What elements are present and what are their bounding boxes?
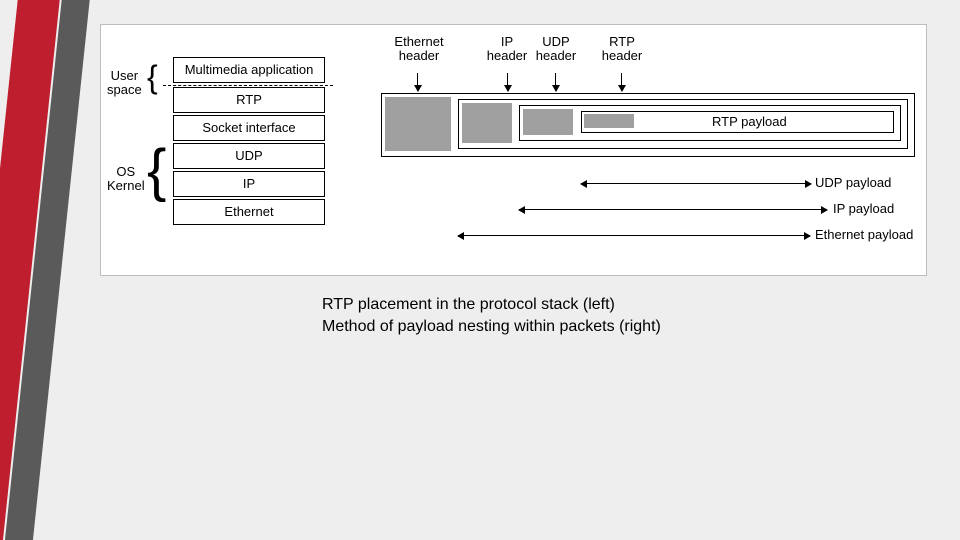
stack-ip: IP <box>173 171 325 197</box>
label-udp-header: UDPheader <box>533 35 579 64</box>
stack-rtp: RTP <box>173 87 325 113</box>
hdr-ip <box>462 103 512 143</box>
dash-divider <box>163 85 333 86</box>
label-user-space: Userspace <box>107 69 142 98</box>
hdr-udp <box>523 109 573 135</box>
label-rtp-header: RTPheader <box>599 35 645 64</box>
label-eth-header: Ethernetheader <box>389 35 449 64</box>
brace-os-kernel: { <box>147 137 166 204</box>
label-os-kernel: OSKernel <box>107 165 145 194</box>
arrow-ip <box>507 73 508 91</box>
stack-ethernet: Ethernet <box>173 199 325 225</box>
stack-multimedia: Multimedia application <box>173 57 325 83</box>
caption-line-2: Method of payload nesting within packets… <box>322 318 661 336</box>
span-ip-payload <box>519 209 827 210</box>
span-label-eth: Ethernet payload <box>815 227 913 242</box>
span-label-ip: IP payload <box>833 201 894 216</box>
figure-panel: Userspace { OSKernel { Multimedia applic… <box>100 24 927 276</box>
stack-socket: Socket interface <box>173 115 325 141</box>
span-label-udp: UDP payload <box>815 175 891 190</box>
span-eth-payload <box>458 235 810 236</box>
caption-line-1: RTP placement in the protocol stack (lef… <box>322 296 615 314</box>
stack-udp: UDP <box>173 143 325 169</box>
span-udp-payload <box>581 183 811 184</box>
hdr-rtp <box>584 114 634 128</box>
nest-rtp: RTP payload <box>581 111 894 133</box>
hdr-ethernet <box>385 97 451 151</box>
arrow-udp <box>555 73 556 91</box>
arrow-eth <box>417 73 418 91</box>
brace-user-space: { <box>147 59 158 96</box>
arrow-rtp <box>621 73 622 91</box>
label-ip-header: IPheader <box>484 35 530 64</box>
label-rtp-payload: RTP payload <box>712 114 787 129</box>
